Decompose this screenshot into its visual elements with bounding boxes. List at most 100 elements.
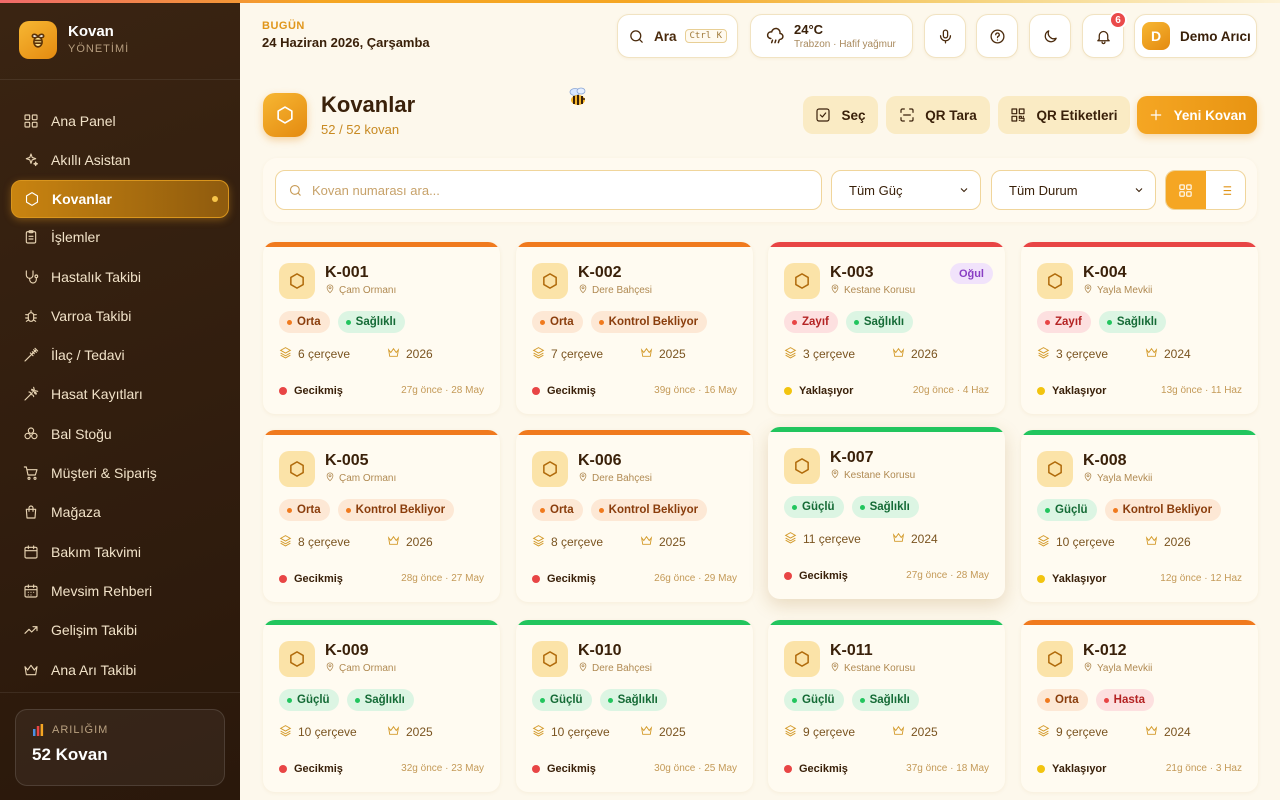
hive-search-input[interactable]: Kovan numarası ara... [275,170,822,210]
sidebar-item-mevsim-rehberi[interactable]: Mevsim Rehberi [0,571,240,610]
hive-location: Yayla Mevkii [1083,662,1152,675]
apiary-label: ARILIĞIM [52,724,109,736]
hive-id: K-012 [1083,642,1127,659]
hive-card[interactable]: K-003 Kestane Korusu Oğul Zayıf Sağlıklı 3 çe… [768,242,1005,414]
qr-code-icon [1011,108,1026,122]
frame-count-text: 9 çerçeve [1056,725,1109,739]
sidebar-item-label: Kovanlar [52,190,112,207]
help-circle-icon [989,28,1005,44]
hexagon-icon [25,191,39,206]
qr-scan-label: QR Tara [925,107,977,123]
global-search-button[interactable]: Ara Ctrl K [617,14,738,58]
sidebar-item-ilac-tedavi[interactable]: İlaç / Tedavi [0,335,240,374]
hive-card[interactable]: K-002 Dere Bahçesi Orta Kontrol Bekliyor 7 ç… [516,242,753,414]
hive-card[interactable]: K-007 Kestane Korusu Güçlü Sağlıklı 11 çerçe… [768,427,1005,599]
hive-location-text: Çam Ormanı [339,473,397,484]
health-tag: Sağlıklı [599,689,667,711]
map-pin-icon [1083,284,1097,297]
crown-icon [1145,724,1164,740]
sidebar-item-islemler[interactable]: İşlemler [0,218,240,257]
status-dot [784,572,792,580]
sidebar-item-label: İlaç / Tedavi [51,347,125,364]
cart-icon [23,466,38,480]
hive-card[interactable]: K-004 Yayla Mevkii Zayıf Sağlıklı 3 çerçeve 2… [1021,242,1258,414]
voice-button[interactable] [924,14,966,58]
hive-location: Kestane Korusu [830,662,915,675]
hive-location: Dere Bahçesi [578,662,652,675]
queen-year: 2026 [387,346,433,362]
strength-filter-select[interactable]: Tüm Güç [831,170,981,210]
select-button[interactable]: Seç [803,96,878,134]
hive-card[interactable]: K-009 Çam Ormanı Güçlü Sağlıklı 10 çerçeve 20… [263,620,500,792]
hive-card[interactable]: K-008 Yayla Mevkii Güçlü Kontrol Bekliyor 10… [1021,430,1258,602]
map-pin-icon [1083,662,1097,675]
layers-icon [1037,346,1056,362]
chevron-down-icon [960,188,968,193]
notifications-button[interactable]: 6 [1082,11,1127,58]
status-dot [1037,387,1045,395]
hive-location-text: Çam Ormanı [339,285,397,296]
inspection-status-text: Gecikmiş [547,573,596,585]
hive-id: K-007 [830,449,874,466]
hive-card[interactable]: K-010 Dere Bahçesi Güçlü Sağlıklı 10 çerçeve… [516,620,753,792]
inspection-status: Yaklaşıyor [1037,385,1106,397]
sidebar-item-gelisim-takibi[interactable]: Gelişim Takibi [0,611,240,650]
hive-strength-bar [768,620,1005,625]
brand[interactable]: Kovan YÖNETİMİ [0,0,240,80]
sidebar-item-varroa-takibi[interactable]: Varroa Takibi [0,296,240,335]
hive-location: Çam Ormanı [325,284,396,297]
inspection-status-text: Yaklaşıyor [799,385,854,397]
sidebar-item-bal-stogu[interactable]: Bal Stoğu [0,414,240,453]
new-hive-button[interactable]: Yeni Kovan [1137,96,1257,134]
inspection-status-text: Gecikmiş [294,763,343,775]
hexagon-icon [532,263,568,299]
health-tag-text: Sağlıklı [1116,316,1158,328]
queen-year: 2024 [1145,346,1191,362]
health-tag: Kontrol Bekliyor [1104,499,1222,521]
qr-scan-button[interactable]: QR Tara [886,96,990,134]
sidebar-item-hastalik-takibi[interactable]: Hastalık Takibi [0,257,240,296]
qr-labels-button[interactable]: QR Etiketleri [998,96,1130,134]
inspection-status: Gecikmiş [784,763,848,775]
sidebar-item-akilli-asistan[interactable]: Akıllı Asistan [0,140,240,179]
hive-card[interactable]: K-011 Kestane Korusu Güçlü Sağlıklı 9 çerçev… [768,620,1005,792]
sidebar-item-bakim-takvimi[interactable]: Bakım Takvimi [0,532,240,571]
layers-icon [1037,724,1056,740]
strength-tag: Orta [279,311,330,333]
sidebar-item-label: Ana Panel [51,112,116,129]
frame-count: 7 çerçeve [532,346,640,362]
frame-count-text: 8 çerçeve [298,535,351,549]
health-tag-text: Sağlıklı [617,694,658,706]
hive-location-text: Yayla Mevkii [1097,285,1153,296]
sidebar-item-ana-panel[interactable]: Ana Panel [0,101,240,140]
hive-card[interactable]: K-006 Dere Bahçesi Orta Kontrol Bekliyor 8 ç… [516,430,753,602]
apiary-summary-card[interactable]: ARILIĞIM 52 Kovan [15,709,225,786]
help-button[interactable] [976,14,1018,58]
strength-tag: Orta [1037,689,1088,711]
queen-year-text: 2026 [406,347,433,361]
active-indicator-dot [212,195,218,202]
status-dot [1037,765,1045,773]
user-menu[interactable]: D Demo Arıcı [1134,14,1257,58]
hive-card[interactable]: K-001 Çam Ormanı Orta Sağlıklı 6 çerçeve 2026… [263,242,500,414]
sidebar-item-musteri-siparis[interactable]: Müşteri & Sipariş [0,453,240,492]
inspection-status-text: Gecikmiş [799,570,848,582]
inspection-status-text: Gecikmiş [547,763,596,775]
sidebar-item-hasat-kayitlari[interactable]: Hasat Kayıtları [0,375,240,414]
status-filter-select[interactable]: Tüm Durum [991,170,1156,210]
sidebar-item-kovanlar[interactable]: Kovanlar [11,179,229,218]
inspection-status: Gecikmiş [279,385,343,397]
hive-card[interactable]: K-012 Yayla Mevkii Orta Hasta 9 çerçeve 2024 Y… [1021,620,1258,792]
weather-widget[interactable]: 24°C Trabzon · Hafif yağmur [750,14,913,58]
grid-view-button[interactable] [1166,171,1206,209]
sidebar-item-label: Ana Arı Takibi [51,661,137,678]
qr-labels-label: QR Etiketleri [1036,107,1118,123]
sidebar-item-ana-ari-takibi[interactable]: Ana Arı Takibi [0,650,240,689]
dark-mode-toggle[interactable] [1029,14,1071,58]
list-view-button[interactable] [1206,171,1246,209]
inspection-status: Gecikmiş [784,570,848,582]
sidebar-item-magaza[interactable]: Mağaza [0,493,240,532]
search-icon [289,184,301,196]
status-dot [279,387,287,395]
hive-card[interactable]: K-005 Çam Ormanı Orta Kontrol Bekliyor 8 çer… [263,430,500,602]
